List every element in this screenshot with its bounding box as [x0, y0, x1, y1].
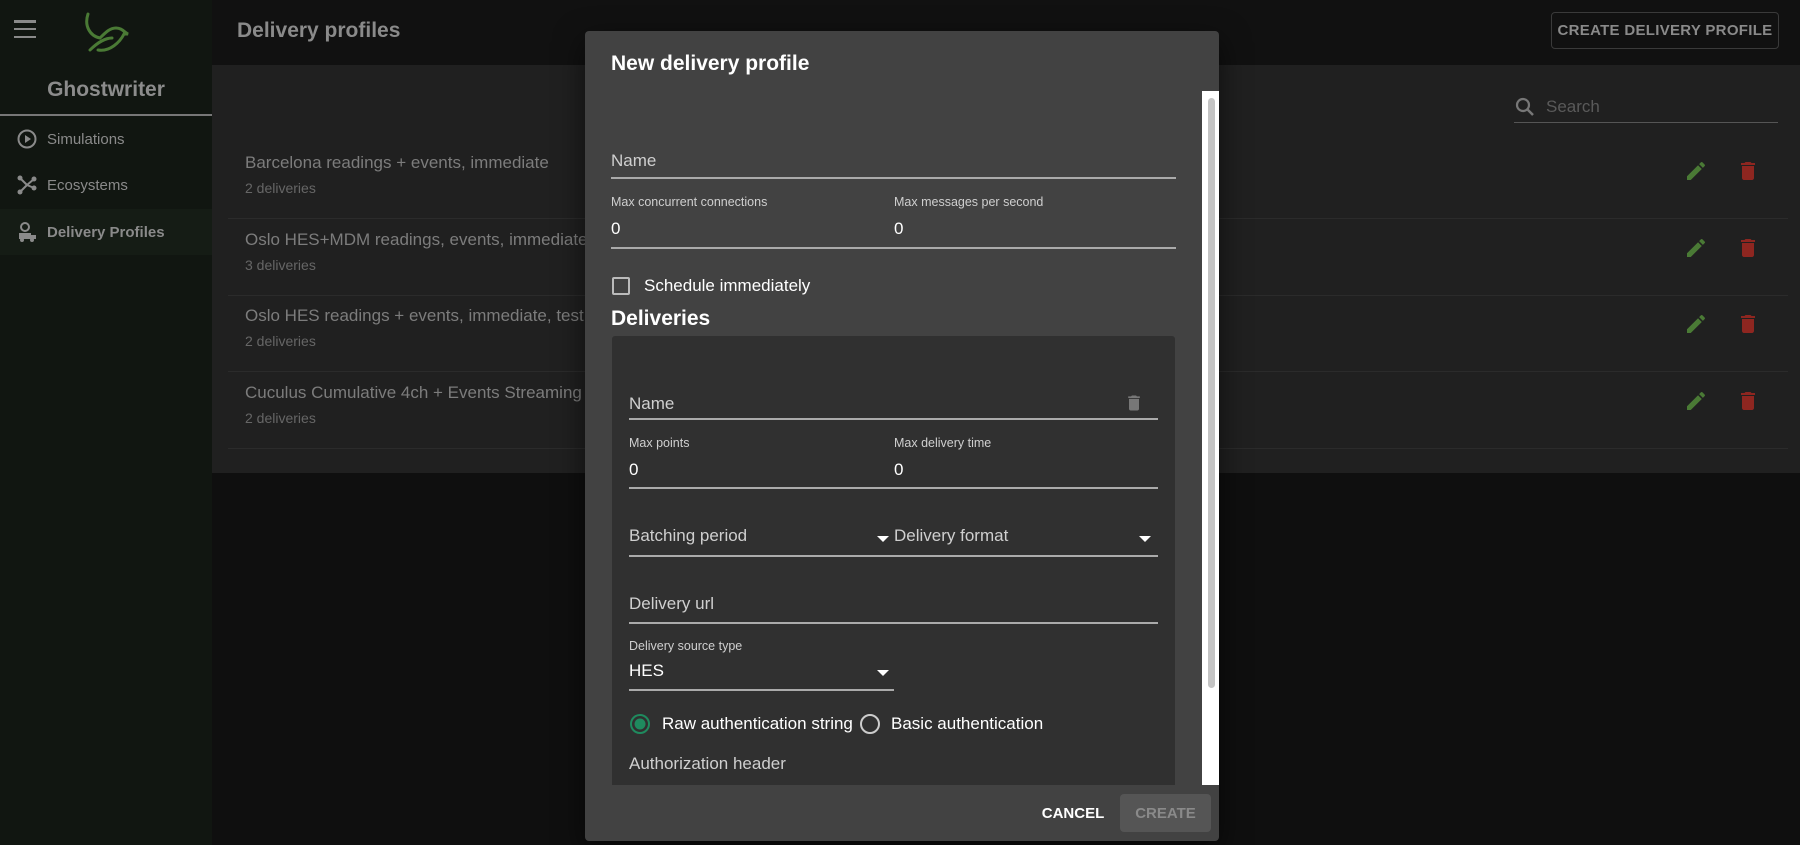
max-points-label: Max points: [629, 436, 690, 450]
logo-bird-icon: [85, 12, 129, 52]
delete-trash-icon[interactable]: [1736, 389, 1760, 413]
batching-period-select[interactable]: Batching period: [629, 524, 894, 556]
dropdown-caret-icon: [877, 670, 889, 676]
menu-icon[interactable]: [14, 20, 36, 38]
authorization-header-label: Authorization header: [629, 754, 786, 773]
profile-name: Cuculus Cumulative 4ch + Events Streamin…: [245, 382, 582, 402]
sidebar-item-label: Simulations: [47, 130, 125, 148]
delivery-format-label: Delivery format: [894, 526, 1009, 545]
edit-pencil-icon[interactable]: [1684, 389, 1708, 413]
sidebar-item-simulations[interactable]: Simulations: [0, 116, 212, 162]
search-icon: [1515, 97, 1534, 116]
sidebar-item-label: Ecosystems: [47, 176, 128, 194]
delivery-url-input[interactable]: [629, 622, 1158, 624]
radio-basic-auth[interactable]: Basic authentication: [859, 713, 1043, 735]
app-name: Ghostwriter: [47, 78, 165, 101]
create-button[interactable]: CREATE: [1120, 794, 1211, 832]
edit-pencil-icon[interactable]: [1684, 312, 1708, 336]
schedule-checkbox[interactable]: [612, 277, 630, 295]
delete-trash-icon[interactable]: [1736, 159, 1760, 183]
new-delivery-profile-dialog: New delivery profile Name Max concurrent…: [585, 31, 1219, 841]
max-messages-input[interactable]: 0: [894, 219, 903, 239]
sidebar-item-delivery-profiles[interactable]: Delivery Profiles: [0, 209, 212, 255]
dialog-content: Name Max concurrent connections 0 Max me…: [585, 91, 1219, 785]
max-connections-label: Max concurrent connections: [611, 195, 768, 209]
max-messages-label: Max messages per second: [894, 195, 1044, 209]
underline: [611, 247, 1176, 249]
profile-delivery-count: 3 deliveries: [245, 256, 316, 273]
remove-delivery-trash-icon[interactable]: [1124, 391, 1144, 415]
radio-raw-label: Raw authentication string: [662, 714, 853, 733]
delivery-truck-icon: [19, 222, 36, 242]
max-connections-input[interactable]: 0: [611, 219, 620, 239]
underline: [629, 689, 894, 691]
delivery-source-value: HES: [629, 661, 664, 680]
schedule-label: Schedule immediately: [644, 276, 811, 295]
scrollbar-thumb[interactable]: [1208, 98, 1215, 688]
delivery-name-input[interactable]: [629, 418, 1158, 420]
delivery-card: Name Max points 0 Max delivery time 0 Ba…: [612, 336, 1175, 785]
name-input[interactable]: [611, 177, 1176, 179]
underline: [629, 555, 1158, 557]
delivery-url-label: Delivery url: [629, 594, 715, 613]
dialog-title: New delivery profile: [611, 52, 810, 75]
max-delivery-time-label: Max delivery time: [894, 436, 992, 450]
radio-unchecked-icon: [860, 714, 880, 734]
create-delivery-profile-button[interactable]: CREATE DELIVERY PROFILE: [1551, 12, 1779, 49]
profile-delivery-count: 2 deliveries: [245, 333, 316, 349]
profile-name: Barcelona readings + events, immediate: [245, 153, 549, 172]
profile-delivery-count: 2 deliveries: [245, 409, 316, 426]
network-icon: [17, 175, 37, 195]
radio-raw-auth[interactable]: Raw authentication string: [629, 713, 853, 735]
profile-name: Oslo HES readings + events, immediate, t…: [245, 306, 584, 325]
radio-checked-icon: [630, 714, 650, 734]
profile-name: Oslo HES+MDM readings, events, immediate: [245, 229, 588, 249]
name-field-label: Name: [611, 151, 657, 170]
dialog-actions: CANCEL CREATE: [585, 785, 1219, 841]
underline: [629, 487, 1158, 489]
delete-trash-icon[interactable]: [1736, 312, 1760, 336]
delivery-format-select[interactable]: Delivery format: [894, 524, 1158, 556]
radio-basic-label: Basic authentication: [891, 714, 1044, 733]
delivery-name-label: Name: [629, 394, 675, 413]
sidebar: Ghostwriter Simulations Ecosystems Deliv…: [0, 0, 212, 845]
search-input[interactable]: Search: [1514, 92, 1778, 123]
sidebar-item-ecosystems[interactable]: Ecosystems: [0, 162, 212, 208]
page-title: Delivery profiles: [237, 19, 401, 42]
search-placeholder: Search: [1546, 97, 1600, 116]
deliveries-heading: Deliveries: [611, 307, 711, 330]
play-circle-icon: [17, 129, 37, 149]
edit-pencil-icon[interactable]: [1684, 236, 1708, 260]
sidebar-item-label: Delivery Profiles: [47, 223, 165, 241]
edit-pencil-icon[interactable]: [1684, 159, 1708, 183]
max-points-input[interactable]: 0: [629, 460, 638, 480]
max-delivery-time-input[interactable]: 0: [894, 460, 903, 480]
delivery-source-select[interactable]: HES: [629, 661, 894, 691]
dropdown-caret-icon: [1139, 536, 1151, 542]
delivery-source-label: Delivery source type: [629, 639, 743, 653]
dropdown-caret-icon: [877, 536, 889, 542]
delete-trash-icon[interactable]: [1736, 236, 1760, 260]
batching-period-label: Batching period: [629, 526, 748, 545]
profile-delivery-count: 2 deliveries: [245, 180, 316, 196]
cancel-button[interactable]: CANCEL: [1033, 794, 1113, 832]
